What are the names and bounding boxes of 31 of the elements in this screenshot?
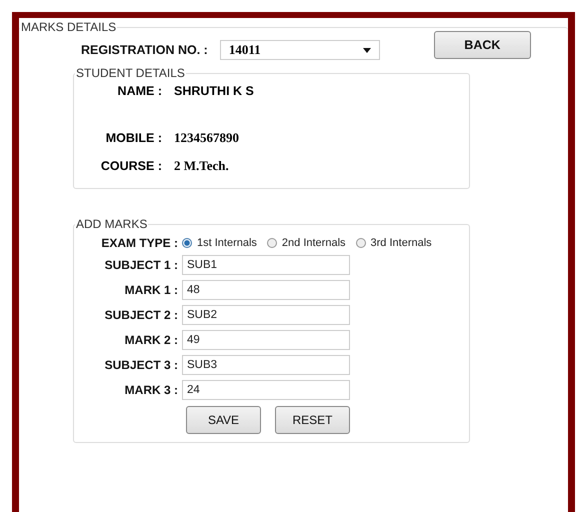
group-title: MARKS DETAILS (20, 20, 118, 34)
field-label: REGISTRATION NO. : (81, 43, 208, 57)
caret-icon (362, 48, 371, 52)
field-label: MARK 1 : (124, 283, 179, 297)
field-label: SUBJECT 3 : (104, 358, 179, 372)
input-field[interactable]: 49 (182, 330, 350, 350)
input-field[interactable]: SUB2 (182, 305, 350, 325)
field-label: EXAM TYPE : (100, 236, 179, 250)
input-field[interactable]: SUB3 (182, 355, 350, 375)
group-title: ADD MARKS (75, 217, 148, 231)
reset-button[interactable]: RESET (275, 406, 350, 434)
field-label: NAME : (116, 84, 162, 98)
input-field[interactable]: 24 (182, 380, 350, 400)
input-field[interactable]: 48 (182, 280, 350, 300)
field-label: MOBILE : (104, 131, 162, 145)
field-value: 2 M.Tech. (174, 158, 229, 174)
registration-dropdown[interactable]: 14011 (220, 40, 380, 60)
field-label: SUBJECT 2 : (104, 308, 179, 322)
field-label: COURSE : (100, 159, 162, 173)
group-title: STUDENT DETAILS (75, 66, 186, 80)
back-button[interactable]: BACK (434, 31, 531, 59)
field-label: MARK 2 : (124, 333, 179, 347)
field-value: SHRUTHI K S (174, 84, 254, 98)
radio-option[interactable]: 3rd Internals (356, 237, 432, 249)
field-value: 1234567890 (174, 130, 239, 146)
save-button[interactable]: SAVE (186, 406, 261, 434)
field-label: SUBJECT 1 : (104, 258, 179, 272)
radio-option[interactable]: 2nd Internals (266, 237, 346, 249)
radio-option[interactable]: 1st Internals (182, 237, 257, 249)
input-field[interactable]: SUB1 (182, 255, 350, 275)
field-label: MARK 3 : (124, 383, 179, 397)
